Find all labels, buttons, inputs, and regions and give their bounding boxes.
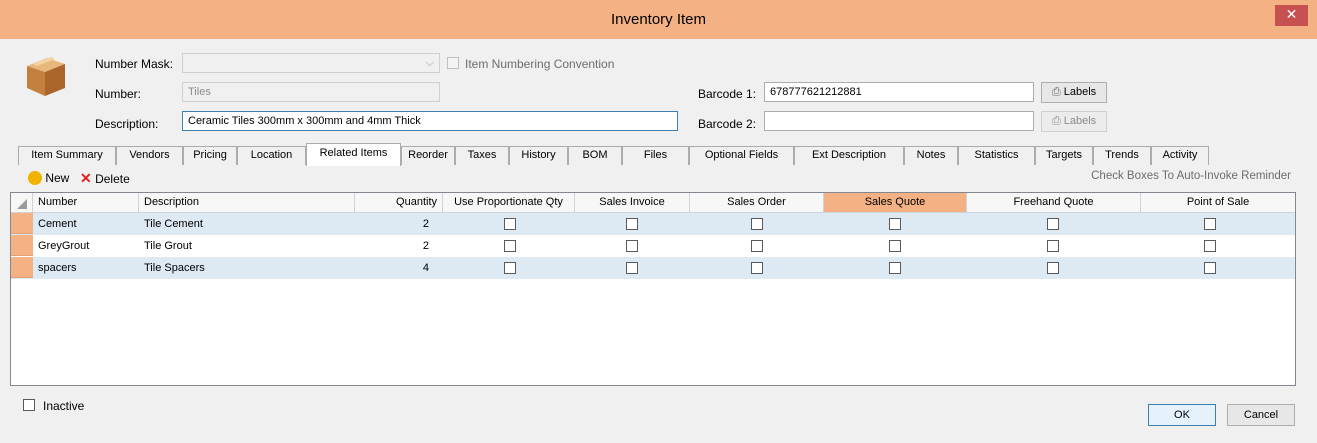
tab-item-summary[interactable]: Item Summary [18, 146, 116, 165]
col-description[interactable]: Description [139, 193, 355, 213]
close-button[interactable]: ✕ [1275, 5, 1308, 26]
tab-files[interactable]: Files [622, 146, 689, 165]
row-description[interactable]: Tile Cement [139, 213, 355, 235]
row-header[interactable] [11, 213, 33, 234]
row-number[interactable]: spacers [33, 257, 139, 279]
inventory-box-icon [27, 57, 65, 96]
chevron-down-icon: ⌵ [425, 57, 434, 69]
number-mask-select[interactable]: ⌵ [182, 53, 440, 73]
inactive-label: Inactive [43, 399, 85, 413]
tab-strip: Item Summary Vendors Pricing Location Re… [8, 143, 1298, 166]
corner-triangle-icon [17, 199, 27, 209]
row-header[interactable] [11, 235, 33, 256]
sales-order-checkbox[interactable] [751, 240, 763, 255]
select-all-corner[interactable] [11, 193, 33, 213]
description-field[interactable]: Ceramic Tiles 300mm x 300mm and 4mm Thic… [182, 111, 678, 131]
row-quantity[interactable]: 2 [355, 213, 443, 235]
barcode2-labels-button[interactable]: ⎙ Labels [1041, 111, 1107, 132]
sales-invoice-checkbox[interactable] [626, 262, 638, 277]
row-quantity[interactable]: 4 [355, 257, 443, 279]
add-icon [28, 171, 42, 185]
number-field[interactable]: Tiles [182, 82, 440, 102]
col-number[interactable]: Number [33, 193, 139, 213]
close-icon: ✕ [1285, 6, 1298, 22]
tab-ext-description[interactable]: Ext Description [794, 146, 904, 165]
freehand-quote-checkbox[interactable] [1047, 218, 1059, 233]
tab-location[interactable]: Location [237, 146, 306, 165]
col-use-proportionate-qty[interactable]: Use Proportionate Qty [443, 193, 575, 213]
number-label: Number: [95, 87, 142, 101]
tab-pricing[interactable]: Pricing [183, 146, 237, 165]
table-row[interactable]: GreyGrout Tile Grout 2 [11, 235, 1295, 257]
use-proportionate-qty-checkbox[interactable] [504, 240, 516, 255]
barcode1-labels-button[interactable]: ⎙ Labels [1041, 82, 1107, 103]
barcode1-field[interactable]: 678777621212881 [764, 82, 1034, 102]
item-numbering-checkbox[interactable] [447, 57, 459, 72]
tab-vendors[interactable]: Vendors [116, 146, 183, 165]
row-number[interactable]: Cement [33, 213, 139, 235]
sales-order-checkbox[interactable] [751, 262, 763, 277]
barcode2-field[interactable] [764, 111, 1034, 131]
barcode2-label: Barcode 2: [698, 117, 757, 131]
inactive-checkbox[interactable] [23, 399, 35, 414]
freehand-quote-checkbox[interactable] [1047, 262, 1059, 277]
tab-history[interactable]: History [509, 146, 568, 165]
window-title: Inventory Item [610, 11, 707, 28]
tab-trends[interactable]: Trends [1093, 146, 1151, 165]
ok-button[interactable]: OK [1148, 404, 1216, 426]
col-sales-order[interactable]: Sales Order [690, 193, 824, 213]
col-sales-quote[interactable]: Sales Quote [824, 193, 967, 213]
new-button[interactable]: New [28, 170, 69, 186]
number-mask-label: Number Mask: [95, 57, 174, 71]
tab-reorder[interactable]: Reorder [401, 146, 455, 165]
table-row[interactable]: spacers Tile Spacers 4 [11, 257, 1295, 279]
tab-statistics[interactable]: Statistics [958, 146, 1035, 165]
tab-activity[interactable]: Activity [1151, 146, 1209, 165]
row-header[interactable] [11, 257, 33, 278]
col-quantity[interactable]: Quantity [355, 193, 443, 213]
col-point-of-sale[interactable]: Point of Sale [1141, 193, 1295, 213]
sales-quote-checkbox[interactable] [889, 218, 901, 233]
item-numbering-label: Item Numbering Convention [465, 57, 615, 71]
sales-quote-checkbox[interactable] [889, 262, 901, 277]
table-row[interactable]: Cement Tile Cement 2 [11, 213, 1295, 235]
printer-icon: ⎙ [1051, 86, 1061, 98]
row-number[interactable]: GreyGrout [33, 235, 139, 257]
tab-bom[interactable]: BOM [568, 146, 622, 165]
point-of-sale-checkbox[interactable] [1204, 240, 1216, 255]
use-proportionate-qty-checkbox[interactable] [504, 262, 516, 277]
tab-related-items[interactable]: Related Items [306, 143, 401, 166]
point-of-sale-checkbox[interactable] [1204, 262, 1216, 277]
col-freehand-quote[interactable]: Freehand Quote [967, 193, 1141, 213]
row-description[interactable]: Tile Grout [139, 235, 355, 257]
row-description[interactable]: Tile Spacers [139, 257, 355, 279]
sales-invoice-checkbox[interactable] [626, 240, 638, 255]
freehand-quote-checkbox[interactable] [1047, 240, 1059, 255]
tab-notes[interactable]: Notes [904, 146, 958, 165]
use-proportionate-qty-checkbox[interactable] [504, 218, 516, 233]
sales-quote-checkbox[interactable] [889, 240, 901, 255]
delete-icon: ✕ [80, 170, 92, 186]
delete-button[interactable]: ✕ Delete [80, 170, 130, 186]
auto-invoke-hint: Check Boxes To Auto-Invoke Reminder [1091, 170, 1291, 182]
printer-icon: ⎙ [1051, 115, 1061, 127]
tab-taxes[interactable]: Taxes [455, 146, 509, 165]
sales-order-checkbox[interactable] [751, 218, 763, 233]
related-items-grid: Number Description Quantity Use Proporti… [10, 192, 1296, 386]
barcode1-label: Barcode 1: [698, 87, 757, 101]
tab-optional-fields[interactable]: Optional Fields [689, 146, 794, 165]
col-sales-invoice[interactable]: Sales Invoice [575, 193, 690, 213]
cancel-button[interactable]: Cancel [1227, 404, 1295, 426]
tab-targets[interactable]: Targets [1035, 146, 1093, 165]
sales-invoice-checkbox[interactable] [626, 218, 638, 233]
point-of-sale-checkbox[interactable] [1204, 218, 1216, 233]
title-bar: Inventory Item ✕ [0, 0, 1317, 39]
description-label: Description: [95, 117, 159, 131]
row-quantity[interactable]: 2 [355, 235, 443, 257]
